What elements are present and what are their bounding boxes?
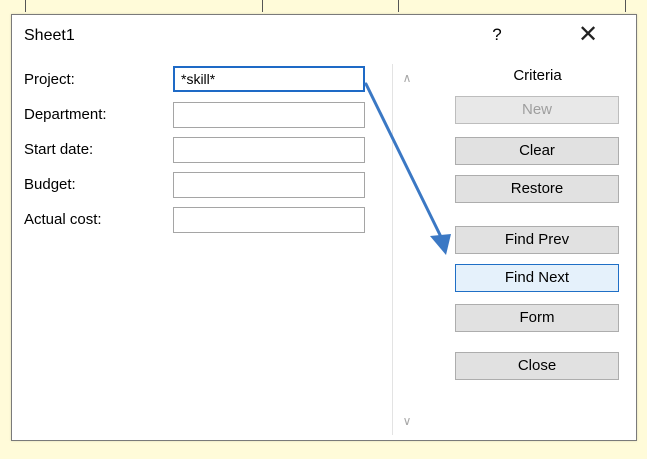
project-label: Project: [24,71,75,88]
clear-button[interactable]: Clear [455,137,619,165]
actual-cost-label: Actual cost: [24,211,102,228]
start-date-input[interactable] [173,137,365,163]
restore-button[interactable]: Restore [455,175,619,203]
spreadsheet-background-edge [0,0,647,14]
department-label: Department: [24,106,107,123]
actual-cost-input[interactable] [173,207,365,233]
find-prev-button[interactable]: Find Prev [455,226,619,254]
budget-label: Budget: [24,176,76,193]
scroll-down-icon[interactable]: ∨ [393,411,421,431]
criteria-label: Criteria [513,67,562,84]
record-scrollbar[interactable]: ∧ ∨ [392,64,421,435]
new-button[interactable]: New [455,96,619,124]
close-icon[interactable]: ✕ [575,23,601,47]
dialog-title: Sheet1 [24,27,75,44]
form-button[interactable]: Form [455,304,619,332]
department-input[interactable] [173,102,365,128]
start-date-label: Start date: [24,141,94,158]
help-button[interactable]: ? [487,23,507,47]
scroll-up-icon[interactable]: ∧ [393,68,421,88]
project-input[interactable] [173,66,365,92]
find-next-button[interactable]: Find Next [455,264,619,292]
close-button[interactable]: Close [455,352,619,380]
budget-input[interactable] [173,172,365,198]
